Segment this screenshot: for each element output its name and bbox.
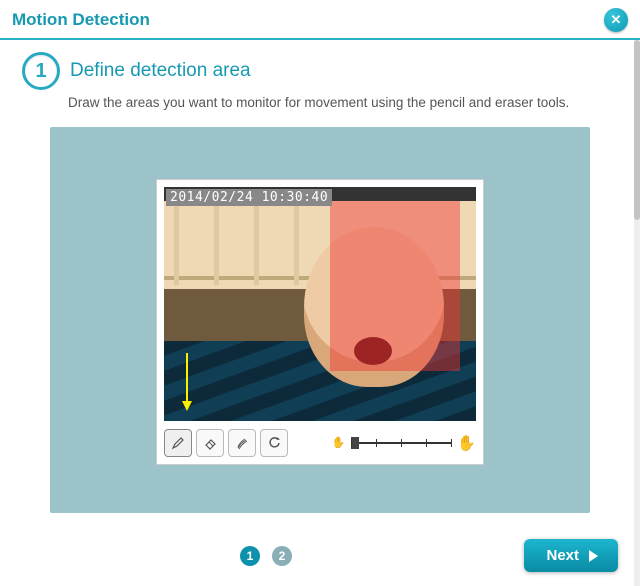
preview-panel: 2014/02/24 10:30:40: [156, 179, 484, 465]
dialog-title: Motion Detection: [12, 10, 150, 30]
next-arrow-icon: [589, 550, 598, 562]
canvas-area: 2014/02/24 10:30:40: [50, 127, 590, 513]
hand-large-icon: ✋: [457, 434, 476, 452]
crib-bar: [294, 201, 299, 285]
page-1-button[interactable]: 1: [240, 546, 260, 566]
next-label: Next: [546, 547, 579, 564]
page-2-button[interactable]: 2: [272, 546, 292, 566]
scrollbar[interactable]: [634, 40, 640, 586]
close-icon: ✕: [611, 12, 622, 28]
dialog-header: Motion Detection ✕: [0, 0, 640, 40]
brush-tool-button[interactable]: [228, 429, 256, 457]
next-button[interactable]: Next: [524, 539, 618, 572]
hand-small-icon: ✋: [332, 436, 346, 449]
scrollbar-thumb[interactable]: [634, 40, 640, 220]
sensitivity-slider[interactable]: ✋ ✋: [332, 434, 476, 452]
refresh-icon: [267, 435, 282, 450]
step-description: Draw the areas you want to monitor for m…: [68, 94, 618, 113]
close-button[interactable]: ✕: [604, 8, 628, 32]
video-timestamp: 2014/02/24 10:30:40: [166, 189, 332, 206]
pencil-icon: [171, 435, 186, 450]
footer: 1 2 Next: [0, 539, 640, 572]
step-title: Define detection area: [70, 60, 251, 82]
detection-area-overlay[interactable]: [330, 201, 460, 371]
crib-bar: [174, 201, 179, 285]
pager: 1 2: [240, 546, 292, 566]
step-number-badge: 1: [22, 52, 60, 90]
step-header: 1 Define detection area: [22, 52, 618, 90]
refresh-tool-button[interactable]: [260, 429, 288, 457]
arrow-down-icon: [182, 353, 192, 411]
brush-icon: [235, 435, 250, 450]
slider-track[interactable]: [351, 442, 451, 444]
slider-knob[interactable]: [351, 437, 359, 449]
crib-bar: [214, 201, 219, 285]
content-area: 1 Define detection area Draw the areas y…: [0, 40, 640, 513]
pencil-tool-button[interactable]: [164, 429, 192, 457]
video-frame[interactable]: 2014/02/24 10:30:40: [164, 187, 476, 421]
crib-bar: [254, 201, 259, 285]
eraser-tool-button[interactable]: [196, 429, 224, 457]
tool-row: ✋ ✋: [164, 421, 476, 457]
eraser-icon: [203, 435, 218, 450]
